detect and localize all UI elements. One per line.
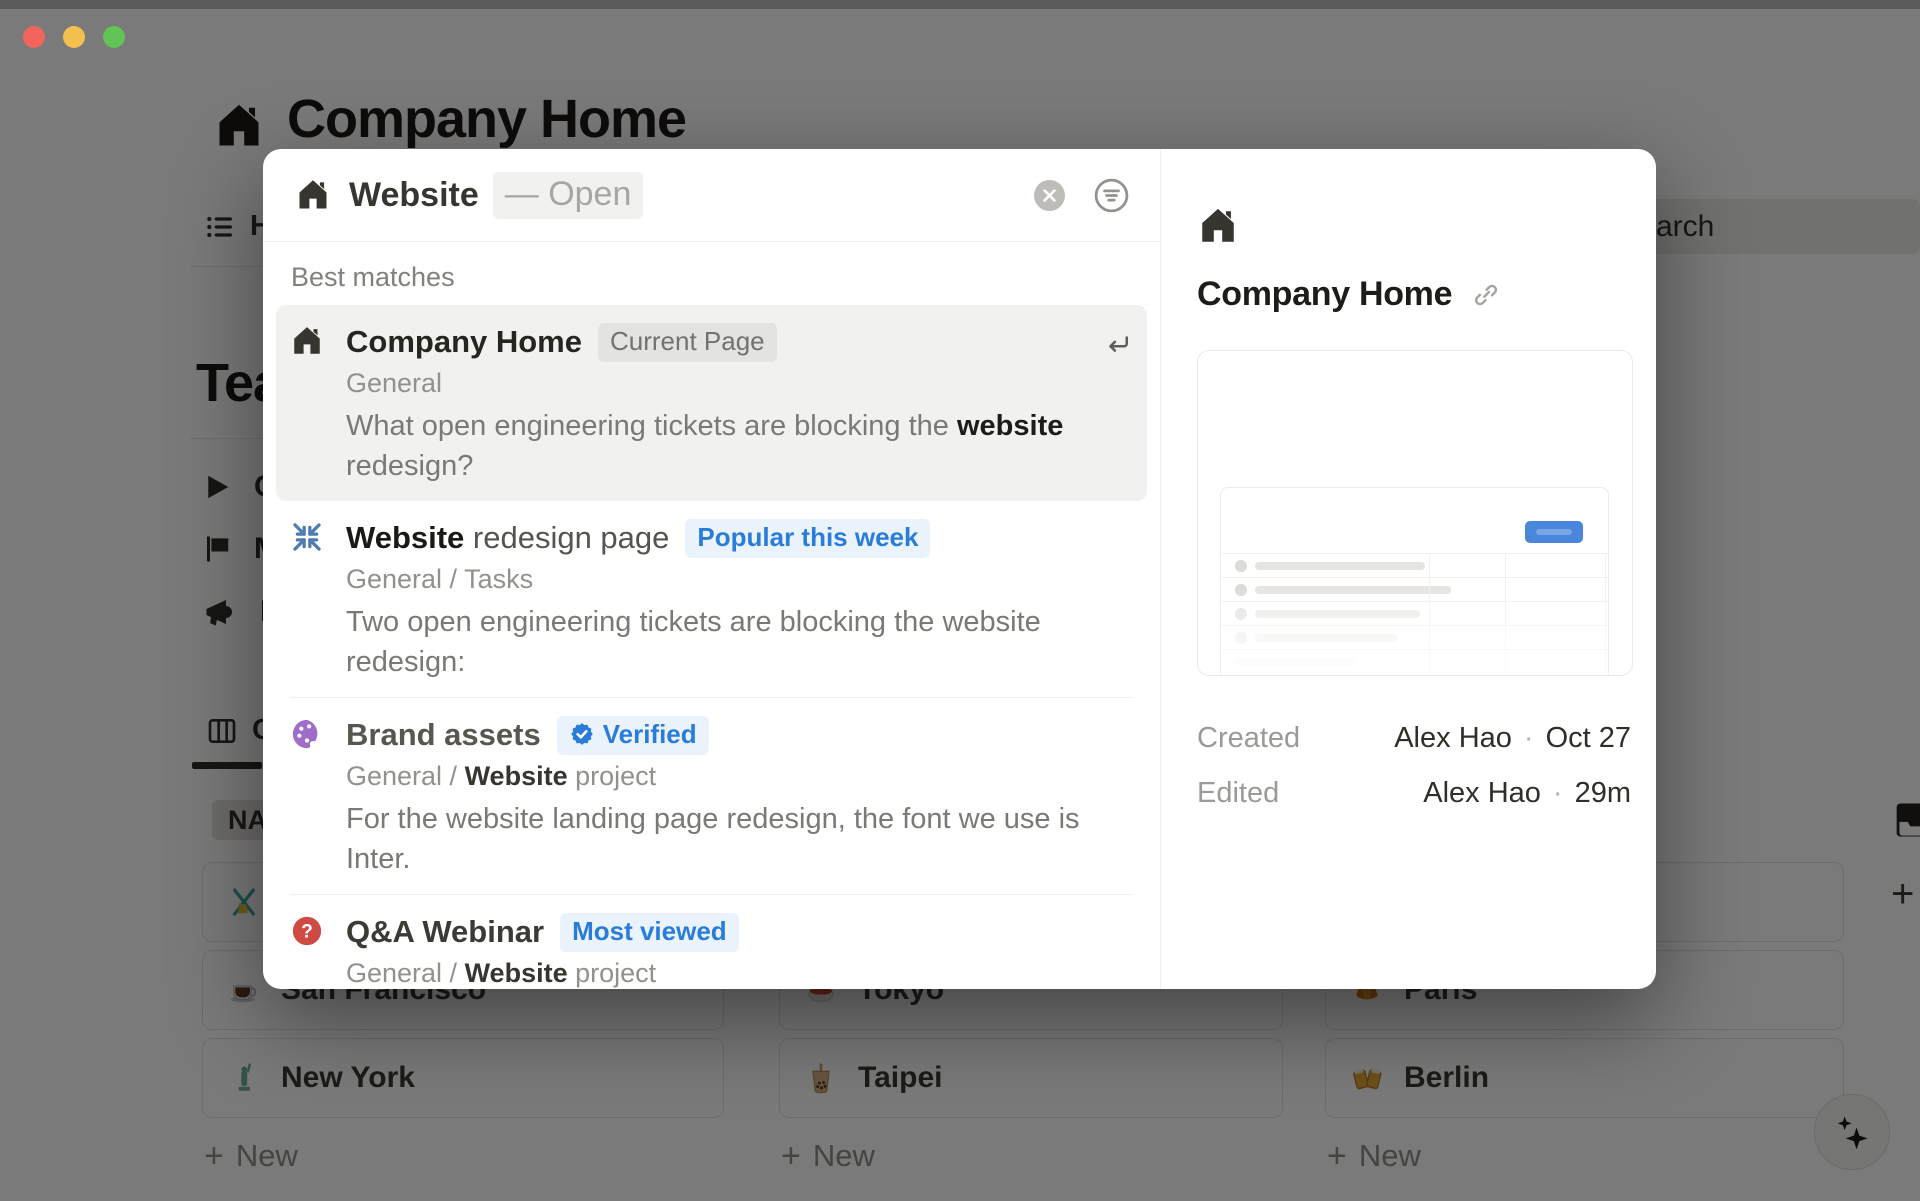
clear-search-button[interactable] xyxy=(1034,180,1065,211)
result-path: General xyxy=(346,364,1083,402)
link-icon[interactable] xyxy=(1472,281,1500,309)
enter-key-icon xyxy=(1103,320,1133,360)
result-company-home[interactable]: Company Home Current Page General What o… xyxy=(276,305,1147,501)
result-title: Q&A Webinar xyxy=(346,910,544,954)
verified-seal-icon xyxy=(569,721,595,747)
result-path: General / Website project xyxy=(346,954,1133,989)
section-label: Best matches xyxy=(263,242,1160,305)
result-path: General / Website project xyxy=(346,757,1133,795)
popular-badge: Popular this week xyxy=(685,519,930,558)
home-scope-icon xyxy=(295,177,331,213)
close-window-button[interactable] xyxy=(23,26,45,48)
palette-icon xyxy=(290,713,326,879)
preview-mini-page xyxy=(1220,487,1609,676)
created-row: Created Alex Hao·Oct 27 xyxy=(1197,722,1631,755)
result-title: Company Home xyxy=(346,320,582,364)
result-snippet: For the website landing page redesign, t… xyxy=(346,799,1133,879)
created-value: Alex Hao·Oct 27 xyxy=(1394,722,1631,755)
result-snippet: What open engineering tickets are blocki… xyxy=(346,406,1083,486)
svg-text:?: ? xyxy=(301,922,313,943)
preview-page-title: Company Home xyxy=(1197,275,1452,314)
result-website-redesign-page[interactable]: Website redesign page Popular this week … xyxy=(276,501,1147,697)
current-page-badge: Current Page xyxy=(598,323,777,362)
result-brand-assets[interactable]: Brand assets Verified General / Website … xyxy=(276,698,1147,894)
search-results-pane: Website — Open Best matches xyxy=(263,149,1160,989)
filter-icon xyxy=(1093,177,1130,214)
search-modal: Website — Open Best matches xyxy=(263,149,1656,989)
created-label: Created xyxy=(1197,722,1300,755)
edited-row: Edited Alex Hao·29m xyxy=(1197,777,1631,810)
home-icon xyxy=(1197,205,1625,247)
filter-button[interactable] xyxy=(1093,177,1130,214)
verified-badge: Verified xyxy=(557,716,709,755)
minimize-window-button[interactable] xyxy=(63,26,85,48)
result-title: Website redesign page xyxy=(346,516,669,560)
result-qa-webinar[interactable]: ? Q&A Webinar Most viewed General / Webs… xyxy=(276,895,1147,989)
zoom-window-button[interactable] xyxy=(103,26,125,48)
result-title: Brand assets xyxy=(346,713,541,757)
edited-label: Edited xyxy=(1197,777,1279,810)
most-viewed-badge: Most viewed xyxy=(560,913,739,952)
home-page-icon xyxy=(290,320,326,486)
search-bar[interactable]: Website — Open xyxy=(263,149,1160,242)
collapse-arrows-icon xyxy=(290,516,326,682)
window-top-edge xyxy=(0,0,1920,9)
result-snippet: Two open engineering tickets are blockin… xyxy=(346,602,1133,682)
search-input[interactable]: Website xyxy=(349,176,479,215)
preview-pane: Company Home Creat xyxy=(1160,149,1655,989)
search-autocomplete-hint: — Open xyxy=(493,172,644,219)
results-list: Company Home Current Page General What o… xyxy=(263,305,1160,989)
edited-value: Alex Hao·29m xyxy=(1423,777,1631,810)
page-metadata: Created Alex Hao·Oct 27 Edited Alex Hao·… xyxy=(1197,722,1631,810)
preview-blue-button xyxy=(1525,521,1583,543)
question-mark-icon: ? xyxy=(290,910,326,989)
close-icon xyxy=(1041,187,1058,204)
result-path: General / Tasks xyxy=(346,560,1133,598)
page-preview-thumbnail[interactable] xyxy=(1197,350,1633,676)
